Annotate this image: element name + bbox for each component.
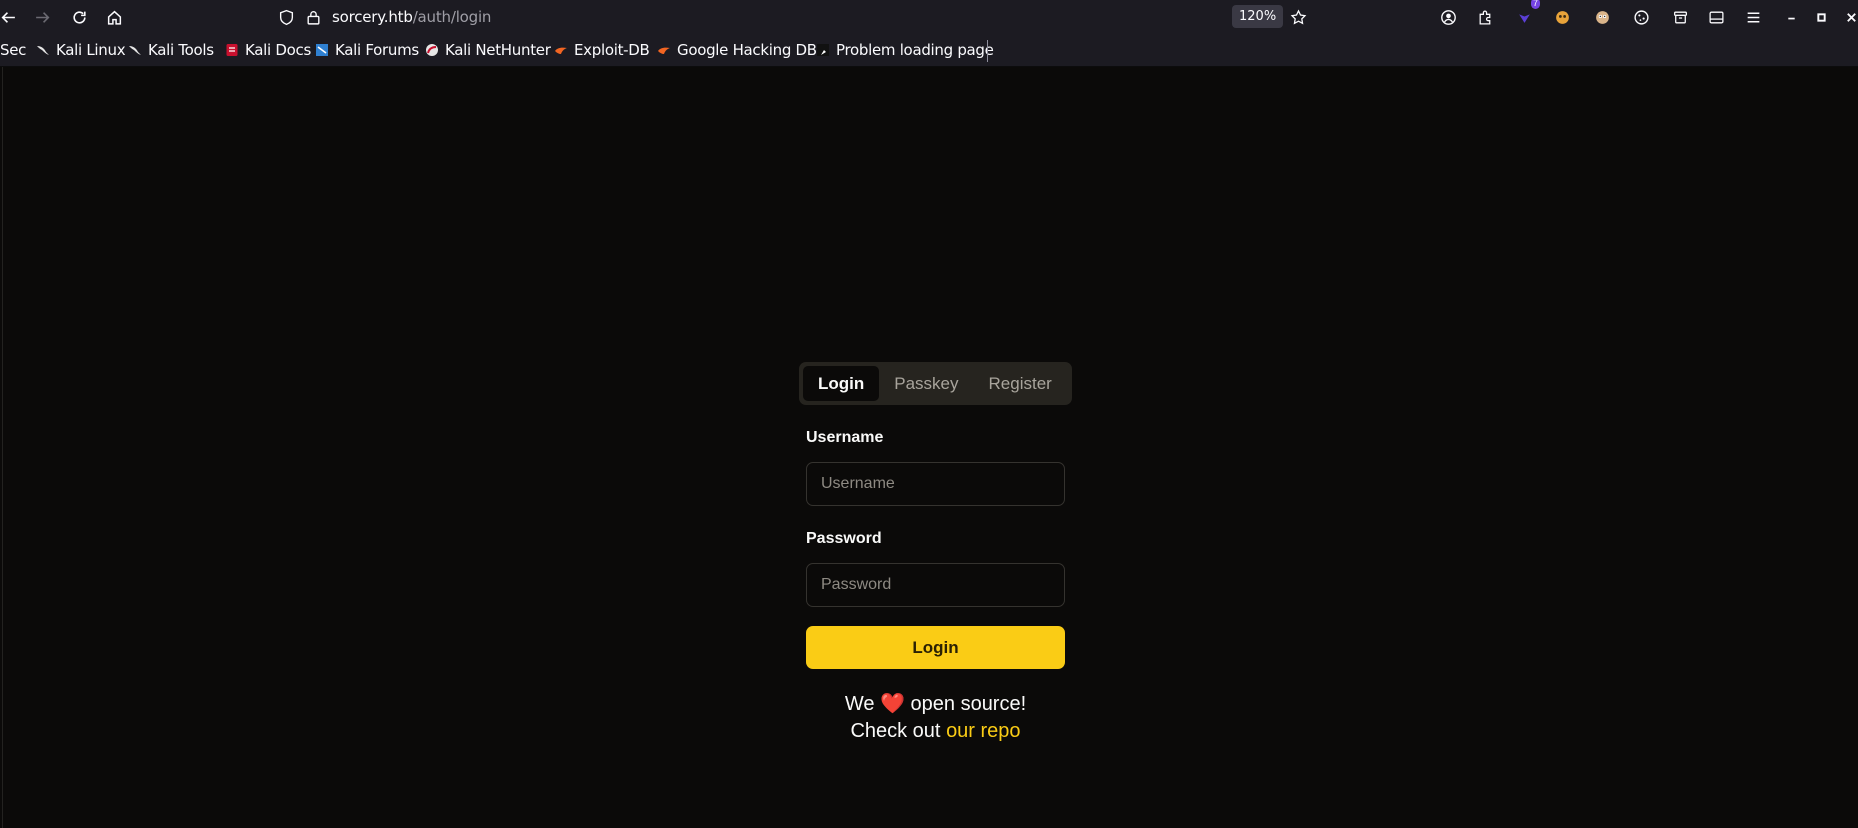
menu-icon[interactable] xyxy=(1740,4,1766,30)
cookie-icon[interactable] xyxy=(1628,4,1654,30)
url-host: sorcery.htb xyxy=(332,7,413,26)
repo-text: Check out our repo xyxy=(780,720,1091,743)
username-label: Username xyxy=(806,429,884,446)
ghdb-icon xyxy=(657,43,671,57)
zoom-indicator[interactable]: 120% xyxy=(1232,5,1284,28)
browser-toolbar: sorcery.htb/auth/login 120% 7 xyxy=(0,0,1858,33)
extension-badge: 7 xyxy=(1530,0,1540,9)
bookmarks-separator xyxy=(987,40,988,62)
login-button[interactable]: Login xyxy=(806,626,1065,669)
extensions-icon[interactable] xyxy=(1472,4,1498,30)
bookmark-google-hacking-db[interactable]: Google Hacking DB xyxy=(657,33,817,66)
kali-forums-icon xyxy=(315,43,329,57)
home-icon[interactable] xyxy=(101,4,127,30)
reload-icon[interactable] xyxy=(66,4,92,30)
maximize-icon[interactable] xyxy=(1808,4,1834,30)
bookmarks-toolbar: Sec Kali Linux Kali Tools Kali Docs Kali… xyxy=(0,33,1858,67)
bookmark-label: Kali Linux xyxy=(56,40,126,59)
ext-icon[interactable] xyxy=(1549,4,1575,30)
kali-dragon-icon xyxy=(128,43,142,57)
username-input[interactable] xyxy=(806,462,1065,506)
close-icon[interactable] xyxy=(1838,4,1858,30)
ext-face-icon[interactable] xyxy=(1589,4,1615,30)
bookmark-sec[interactable]: Sec xyxy=(0,33,26,66)
url-path: /auth/login xyxy=(412,7,492,26)
bookmark-label: Kali NetHunter xyxy=(445,40,551,59)
repo-link[interactable]: our repo xyxy=(946,720,1021,742)
bookmark-kali-nethunter[interactable]: Kali NetHunter xyxy=(425,33,551,66)
back-icon[interactable] xyxy=(0,4,21,30)
shield-icon[interactable] xyxy=(273,4,299,30)
auth-tabs: Login Passkey Register xyxy=(799,362,1072,405)
tab-passkey[interactable]: Passkey xyxy=(879,366,973,401)
minimize-icon[interactable] xyxy=(1778,4,1804,30)
privacy-icon[interactable]: 7 xyxy=(1511,0,1540,30)
sidebar-icon[interactable] xyxy=(1703,4,1729,30)
password-label: Password xyxy=(806,530,882,547)
page-icon xyxy=(816,43,830,57)
bookmark-label: Problem loading page xyxy=(836,40,994,59)
heart-icon: ❤️ xyxy=(880,693,905,715)
footer-we: We xyxy=(844,693,875,715)
nethunter-icon xyxy=(425,43,439,57)
container-icon[interactable] xyxy=(1667,4,1693,30)
kali-docs-icon xyxy=(225,43,239,57)
bookmark-kali-linux[interactable]: Kali Linux xyxy=(36,33,126,66)
bookmark-label: Kali Forums xyxy=(335,40,419,59)
bookmark-label: Kali Tools xyxy=(148,40,214,59)
bookmark-label: Exploit-DB xyxy=(574,40,650,59)
page-edge xyxy=(2,67,3,828)
bookmark-label: Sec xyxy=(0,40,27,59)
bookmark-label: Kali Docs xyxy=(245,40,311,59)
password-input[interactable] xyxy=(806,563,1065,607)
open-source-text: We ❤️ open source! xyxy=(780,691,1091,716)
bookmark-kali-docs[interactable]: Kali Docs xyxy=(225,33,311,66)
bookmark-kali-tools[interactable]: Kali Tools xyxy=(128,33,214,66)
bookmark-problem-loading[interactable]: Problem loading page xyxy=(816,33,994,66)
footer-open-source: open source! xyxy=(910,693,1027,715)
page-content: Login Passkey Register Username Password… xyxy=(0,67,1858,828)
bookmark-kali-forums[interactable]: Kali Forums xyxy=(315,33,419,66)
tab-register[interactable]: Register xyxy=(974,366,1067,401)
lock-icon[interactable] xyxy=(300,4,326,30)
exploitdb-icon xyxy=(554,43,568,57)
tab-login[interactable]: Login xyxy=(803,366,880,401)
star-icon[interactable] xyxy=(1285,4,1311,30)
bookmark-exploit-db[interactable]: Exploit-DB xyxy=(554,33,650,66)
address-bar[interactable]: sorcery.htb/auth/login xyxy=(332,3,1377,30)
forward-icon[interactable] xyxy=(29,4,55,30)
kali-dragon-icon xyxy=(36,43,50,57)
footer-check-out: Check out xyxy=(850,720,941,742)
account-icon[interactable] xyxy=(1435,4,1461,30)
bookmark-label: Google Hacking DB xyxy=(677,40,817,59)
